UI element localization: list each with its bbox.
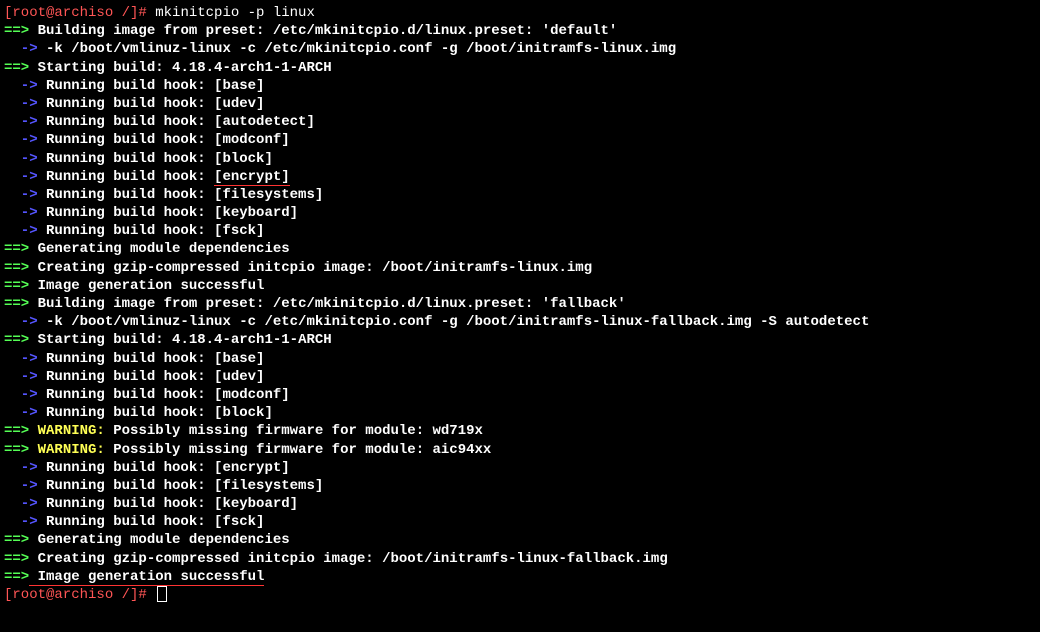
- cursor-icon: [157, 586, 167, 602]
- output-line: -> Running build hook: [udev]: [4, 368, 1036, 386]
- warning-line: ==> WARNING: Possibly missing firmware f…: [4, 422, 1036, 440]
- output-line: ==> Image generation successful: [4, 277, 1036, 295]
- output-line: ==> Generating module dependencies: [4, 240, 1036, 258]
- output-line: -> Running build hook: [block]: [4, 150, 1036, 168]
- prompt-line[interactable]: [root@archiso /]# mkinitcpio -p linux: [4, 4, 1036, 22]
- output-line: -> Running build hook: [keyboard]: [4, 495, 1036, 513]
- output-line: -> Running build hook: [filesystems]: [4, 186, 1036, 204]
- output-line: -> Running build hook: [encrypt]: [4, 168, 1036, 186]
- output-line: ==> Generating module dependencies: [4, 531, 1036, 549]
- output-line: -> Running build hook: [encrypt]: [4, 459, 1036, 477]
- output-line: -> Running build hook: [fsck]: [4, 222, 1036, 240]
- warning-line: ==> WARNING: Possibly missing firmware f…: [4, 441, 1036, 459]
- output-line: -> Running build hook: [udev]: [4, 95, 1036, 113]
- output-line: ==> Creating gzip-compressed initcpio im…: [4, 259, 1036, 277]
- output-line: ==> Building image from preset: /etc/mki…: [4, 295, 1036, 313]
- output-line: -> Running build hook: [modconf]: [4, 386, 1036, 404]
- output-line: -> Running build hook: [filesystems]: [4, 477, 1036, 495]
- output-line: -> Running build hook: [autodetect]: [4, 113, 1036, 131]
- output-line: ==> Building image from preset: /etc/mki…: [4, 22, 1036, 40]
- output-line: -> Running build hook: [base]: [4, 350, 1036, 368]
- output-line: ==> Starting build: 4.18.4-arch1-1-ARCH: [4, 59, 1036, 77]
- output-line: -> Running build hook: [block]: [4, 404, 1036, 422]
- output-line: -> Running build hook: [keyboard]: [4, 204, 1036, 222]
- prompt-line[interactable]: [root@archiso /]#: [4, 586, 1036, 604]
- output-line: -> -k /boot/vmlinuz-linux -c /etc/mkinit…: [4, 40, 1036, 58]
- output-line: ==> Starting build: 4.18.4-arch1-1-ARCH: [4, 331, 1036, 349]
- terminal-output: [root@archiso /]# mkinitcpio -p linux ==…: [4, 4, 1036, 604]
- output-line: ==> Creating gzip-compressed initcpio im…: [4, 550, 1036, 568]
- output-line: -> Running build hook: [base]: [4, 77, 1036, 95]
- output-line: -> Running build hook: [modconf]: [4, 131, 1036, 149]
- output-line: -> Running build hook: [fsck]: [4, 513, 1036, 531]
- output-line: ==> Image generation successful: [4, 568, 1036, 586]
- output-line: -> -k /boot/vmlinuz-linux -c /etc/mkinit…: [4, 313, 1036, 331]
